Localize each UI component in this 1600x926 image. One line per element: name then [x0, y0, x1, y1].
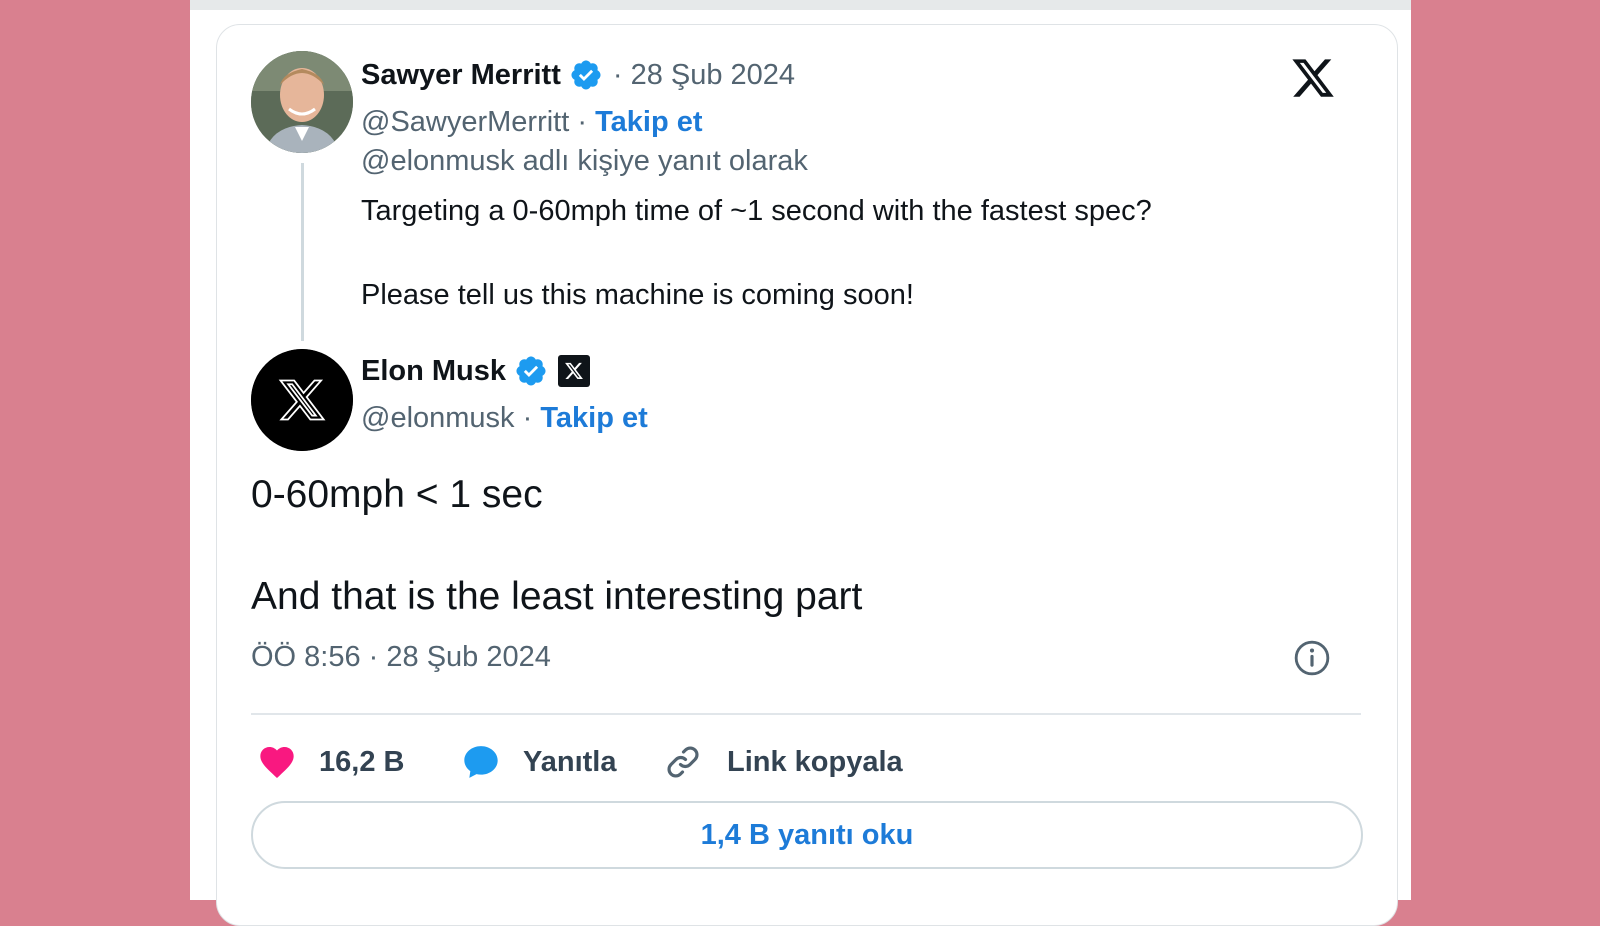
- handle-separator: ·: [514, 401, 541, 434]
- read-replies-label: 1,4 B yanıtı oku: [700, 818, 914, 851]
- x-avatar-icon: [251, 349, 353, 451]
- embed-page: Sawyer Merritt · 28 Şub 2024 @SawyerMerr…: [190, 0, 1411, 926]
- quoted-follow-link[interactable]: Takip et: [595, 106, 702, 139]
- tweet-card: Sawyer Merritt · 28 Şub 2024 @SawyerMerr…: [216, 24, 1398, 926]
- main-tweet-text-line2: And that is the least interesting part: [251, 575, 863, 618]
- quoted-author-row: Sawyer Merritt · 28 Şub 2024: [361, 55, 795, 95]
- quoted-handle-row: @SawyerMerritt · Takip et: [361, 102, 703, 142]
- copy-link-button[interactable]: Link kopyala: [663, 739, 903, 785]
- reply-button[interactable]: Yanıtla: [461, 739, 617, 785]
- main-follow-link[interactable]: Takip et: [540, 402, 647, 435]
- main-tweet-text-line1: 0-60mph < 1 sec: [251, 473, 543, 516]
- thread-connector-line: [301, 163, 304, 341]
- copy-link-label: Link kopyala: [727, 745, 903, 778]
- like-button[interactable]: 16,2 B: [257, 739, 404, 785]
- verified-badge-icon: [514, 354, 548, 388]
- main-handle-row: @elonmusk · Takip et: [361, 398, 648, 438]
- quoted-tweet-text-line1: Targeting a 0-60mph time of ~1 second wi…: [361, 195, 1152, 227]
- reply-context[interactable]: @elonmusk adlı kişiye yanıt olarak: [361, 145, 808, 178]
- link-icon: [667, 746, 699, 778]
- like-count: 16,2 B: [319, 745, 405, 778]
- x-logo-icon[interactable]: [1289, 55, 1337, 101]
- avatar-elon-musk[interactable]: [251, 349, 353, 451]
- main-author-handle[interactable]: @elonmusk: [361, 402, 515, 435]
- info-icon[interactable]: [1293, 639, 1331, 677]
- main-author-row: Elon Musk: [361, 351, 591, 391]
- heart-icon: [260, 747, 294, 778]
- verified-badge-icon: [569, 58, 603, 92]
- reply-label: Yanıtla: [523, 745, 617, 778]
- read-replies-button[interactable]: 1,4 B yanıtı oku: [251, 801, 1363, 869]
- main-author-name[interactable]: Elon Musk: [361, 355, 506, 388]
- avatar-sawyer-merritt[interactable]: [251, 51, 353, 153]
- reply-bubble-icon: [464, 746, 498, 778]
- affiliate-x-badge-icon[interactable]: [558, 355, 591, 387]
- quoted-author-handle[interactable]: @SawyerMerritt: [361, 106, 569, 139]
- quoted-tweet-text-line2: Please tell us this machine is coming so…: [361, 279, 914, 311]
- tweet-timestamp[interactable]: ÖÖ 8:56 · 28 Şub 2024: [251, 641, 551, 674]
- actions-divider: [251, 713, 1361, 715]
- quoted-tweet-date[interactable]: · 28 Şub 2024: [613, 59, 795, 92]
- quoted-author-name[interactable]: Sawyer Merritt: [361, 59, 561, 92]
- person-avatar-icon: [251, 51, 353, 153]
- handle-separator: ·: [569, 105, 596, 138]
- top-strip: [190, 0, 1411, 10]
